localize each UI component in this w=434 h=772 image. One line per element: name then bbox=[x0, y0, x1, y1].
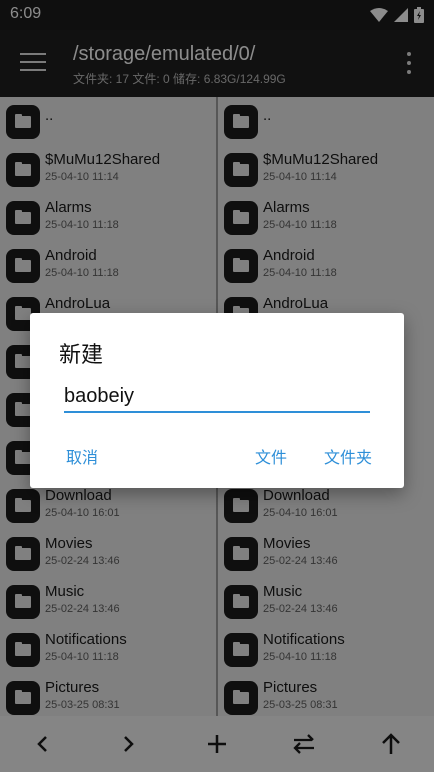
name-input[interactable] bbox=[64, 381, 370, 413]
cancel-button[interactable]: 取消 bbox=[66, 444, 98, 468]
new-folder-button[interactable]: 文件夹 bbox=[324, 444, 372, 468]
new-file-button[interactable]: 文件 bbox=[255, 444, 287, 468]
dialog-title: 新建 bbox=[59, 343, 104, 368]
new-item-dialog: 新建 取消 文件 文件夹 bbox=[30, 313, 404, 488]
